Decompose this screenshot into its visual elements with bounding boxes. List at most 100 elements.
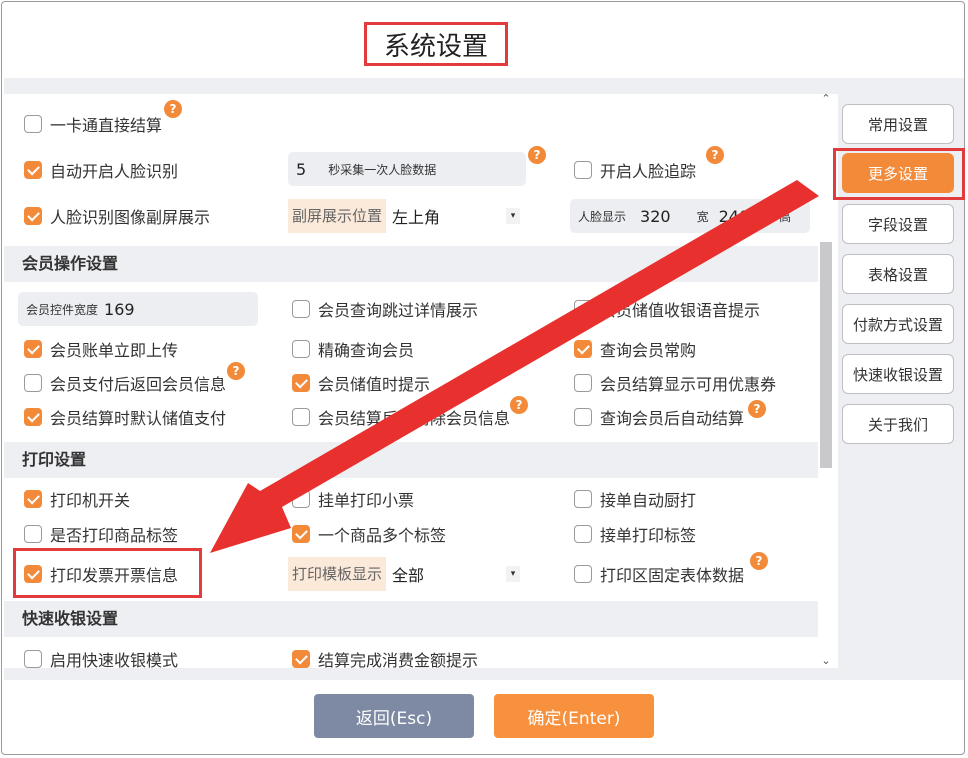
checkbox-checked[interactable] <box>24 490 42 508</box>
option-face-image-secondary[interactable]: 人脸识别图像副屏展示 <box>24 204 210 228</box>
option-label: 会员查询跳过详情展示 <box>318 301 479 320</box>
option-label: 会员结算显示可用优惠券 <box>600 375 777 394</box>
checkbox[interactable] <box>574 161 592 179</box>
option-multi-labels[interactable]: 一个商品多个标签 <box>292 522 446 546</box>
option-auto-face-recognition[interactable]: 自动开启人脸识别 <box>24 158 178 182</box>
sidebar-item-label: 快速收银设置 <box>852 365 943 384</box>
checkbox[interactable] <box>292 300 310 318</box>
sidebar-item-payment[interactable]: 付款方式设置 <box>842 304 954 344</box>
face-width-label: 宽 <box>696 209 709 224</box>
checkbox-checked[interactable] <box>292 374 310 392</box>
sidebar-item-fields[interactable]: 字段设置 <box>842 204 954 244</box>
checkbox[interactable] <box>292 340 310 358</box>
option-label: 会员账单立即上传 <box>50 341 179 360</box>
checkbox[interactable] <box>24 374 42 392</box>
section-member-header: 会员操作设置 <box>4 246 818 282</box>
option-auto-checkout[interactable]: 查询会员后自动结算 <box>574 405 744 429</box>
option-label: 人脸识别图像副屏展示 <box>50 208 211 227</box>
help-icon[interactable]: ? <box>510 396 528 414</box>
checkbox[interactable] <box>292 408 310 426</box>
face-collect-seconds[interactable]: 5 <box>296 160 306 179</box>
checkbox-checked[interactable] <box>24 207 42 225</box>
face-collect-interval-field[interactable]: 5 秒采集一次人脸数据 <box>288 152 526 186</box>
option-skip-detail[interactable]: 会员查询跳过详情展示 <box>292 297 478 321</box>
option-order-print-label[interactable]: 接单打印标签 <box>574 522 696 546</box>
checkbox-checked[interactable] <box>24 408 42 426</box>
sidebar-item-quick-checkout[interactable]: 快速收银设置 <box>842 354 954 394</box>
option-amount-prompt[interactable]: 结算完成消费金额提示 <box>292 647 478 668</box>
back-button-label: 返回(Esc) <box>355 708 433 729</box>
option-fixed-table-data[interactable]: 打印区固定表体数据 <box>574 562 744 586</box>
sidebar-item-about[interactable]: 关于我们 <box>842 404 954 444</box>
option-exact-query[interactable]: 精确查询会员 <box>292 337 414 361</box>
checkbox[interactable] <box>292 490 310 508</box>
option-stored-value-prompt[interactable]: 会员储值时提示 <box>292 371 430 395</box>
option-after-checkout-info[interactable]: 会员结算后不清除会员信息 <box>292 405 510 429</box>
face-width-value[interactable]: 320 <box>640 207 671 226</box>
option-label: 会员结算时默认储值支付 <box>50 409 227 428</box>
bottom-separator <box>4 668 964 680</box>
section-title: 快速收银设置 <box>22 609 119 628</box>
option-hang-print[interactable]: 挂单打印小票 <box>292 487 414 511</box>
option-enable-quick[interactable]: 启用快速收银模式 <box>24 647 178 668</box>
checkbox[interactable] <box>574 525 592 543</box>
scroll-up-icon[interactable]: ⌃ <box>818 92 834 106</box>
checkbox[interactable] <box>574 565 592 583</box>
option-default-stored-pay[interactable]: 会员结算时默认储值支付 <box>24 405 226 429</box>
help-icon[interactable]: ? <box>706 146 724 164</box>
option-label: 接单自动厨打 <box>600 491 697 510</box>
checkbox[interactable] <box>24 650 42 668</box>
option-voice-prompt[interactable]: 会员储值收银语音提示 <box>574 297 760 321</box>
help-icon[interactable]: ? <box>748 400 766 418</box>
checkbox[interactable] <box>574 300 592 318</box>
highlight-box-invoice-info <box>13 548 202 598</box>
help-icon[interactable]: ? <box>528 146 546 164</box>
checkbox[interactable] <box>24 525 42 543</box>
option-label: 查询会员后自动结算 <box>600 409 745 428</box>
option-one-card-checkout[interactable]: 一卡通直接结算 <box>24 112 162 136</box>
help-icon[interactable]: ? <box>227 362 245 380</box>
back-button[interactable]: 返回(Esc) <box>314 694 474 738</box>
checkbox-checked[interactable] <box>24 340 42 358</box>
checkbox[interactable] <box>574 408 592 426</box>
option-print-labels[interactable]: 是否打印商品标签 <box>24 522 178 546</box>
scroll-down-icon[interactable]: ⌄ <box>818 654 834 668</box>
scrollbar-thumb[interactable] <box>820 242 832 468</box>
help-glyph: ? <box>515 398 523 412</box>
checkbox-checked[interactable] <box>292 650 310 668</box>
checkbox-checked[interactable] <box>574 340 592 358</box>
option-label: 挂单打印小票 <box>318 491 415 510</box>
checkbox[interactable] <box>574 374 592 392</box>
option-show-coupons[interactable]: 会员结算显示可用优惠券 <box>574 371 776 395</box>
checkbox[interactable] <box>24 115 42 133</box>
face-display-field[interactable]: 人脸显示 320 宽 240 高 <box>570 199 810 233</box>
confirm-button[interactable]: 确定(Enter) <box>494 694 654 738</box>
help-glyph: ? <box>755 554 763 568</box>
dropdown-arrow-icon[interactable]: ▾ <box>506 208 520 224</box>
option-upload-bill[interactable]: 会员账单立即上传 <box>24 337 178 361</box>
face-height-value[interactable]: 240 <box>719 207 750 226</box>
option-label: 开启人脸追踪 <box>600 162 697 181</box>
option-auto-kitchen[interactable]: 接单自动厨打 <box>574 487 696 511</box>
sidebar-item-label: 付款方式设置 <box>852 315 943 334</box>
highlight-box-more-settings <box>833 148 965 200</box>
control-width-value[interactable]: 169 <box>104 300 135 319</box>
checkbox-checked[interactable] <box>292 525 310 543</box>
checkbox-checked[interactable] <box>24 161 42 179</box>
option-return-after-pay[interactable]: 会员支付后返回会员信息 <box>24 371 226 395</box>
sidebar-item-table[interactable]: 表格设置 <box>842 254 954 294</box>
member-control-width-field[interactable]: 会员控件宽度 169 <box>18 292 258 326</box>
sidebar-item-common[interactable]: 常用设置 <box>842 104 954 144</box>
vertical-scrollbar[interactable]: ⌃ ⌄ <box>818 92 834 668</box>
print-template-select[interactable]: 打印模板显示 全部 ▾ <box>288 557 520 591</box>
option-query-frequent[interactable]: 查询会员常购 <box>574 337 696 361</box>
option-face-tracking[interactable]: 开启人脸追踪 <box>574 158 696 182</box>
option-label: 一个商品多个标签 <box>318 526 447 545</box>
help-icon[interactable]: ? <box>164 100 182 118</box>
sidebar-item-label: 常用设置 <box>867 115 928 134</box>
help-icon[interactable]: ? <box>750 552 768 570</box>
secondary-position-select[interactable]: 副屏展示位置 左上角 ▾ <box>288 199 520 233</box>
option-printer-switch[interactable]: 打印机开关 <box>24 487 130 511</box>
dropdown-arrow-icon[interactable]: ▾ <box>506 566 520 582</box>
checkbox[interactable] <box>574 490 592 508</box>
